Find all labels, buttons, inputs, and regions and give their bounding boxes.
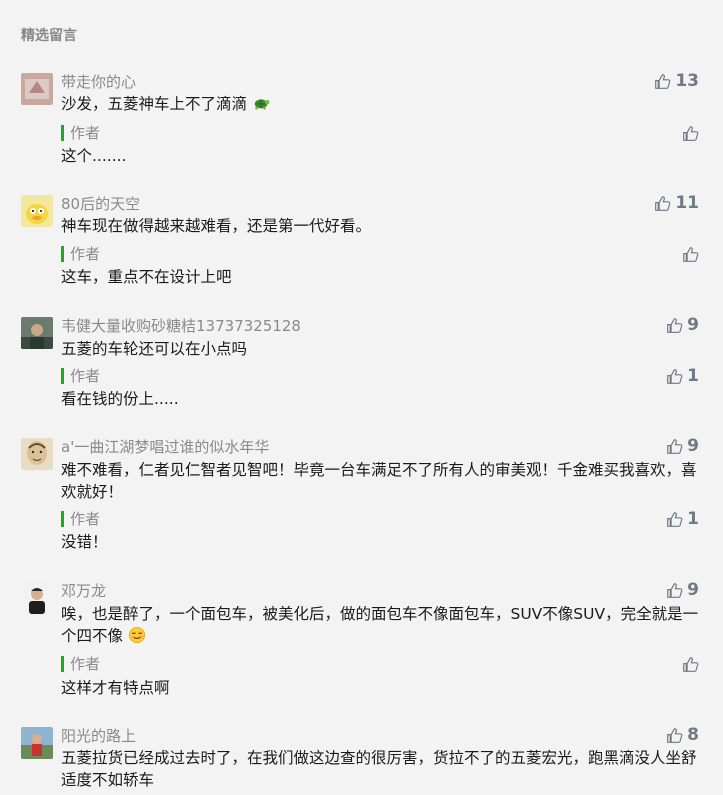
comment-nickname: a'一曲江湖梦唱过谁的似水年华 (61, 438, 270, 456)
thumb-up-icon (655, 73, 671, 89)
like-count: 9 (687, 436, 699, 456)
like-button[interactable]: 13 (654, 70, 699, 92)
avatar[interactable] (21, 727, 53, 759)
smirk-emoji-icon (128, 626, 145, 644)
like-button[interactable]: 8 (666, 724, 699, 746)
like-count: 9 (687, 580, 699, 600)
section-title: 精选留言 (21, 28, 77, 44)
reply-like-button[interactable] (682, 653, 699, 675)
thumb-up-icon (667, 438, 683, 454)
like-count: 9 (687, 315, 699, 335)
avatar[interactable] (21, 582, 53, 614)
comment-text: 唉，也是醉了，一个面包车，被美化后，做的面包车不像面包车，SUV不像SUV，完全… (61, 605, 699, 645)
author-reply-label: 作者 (61, 246, 100, 262)
author-reply-text: 看在钱的份上..... (61, 390, 179, 408)
like-button[interactable]: 11 (654, 192, 699, 214)
reply-like-count: 1 (687, 509, 699, 529)
like-count: 13 (675, 71, 699, 91)
comment-content: 沙发，五菱神车上不了滴滴 (61, 93, 701, 115)
author-reply-text: 这个....... (61, 147, 127, 165)
comment-text: 五菱的车轮还可以在小点吗 (61, 340, 248, 358)
avatar[interactable] (21, 195, 53, 227)
like-button[interactable]: 9 (666, 314, 699, 336)
reply-like-count: 1 (687, 366, 699, 386)
thumb-up-icon (683, 125, 699, 141)
turtle-emoji-icon (254, 99, 270, 110)
author-reply-text: 这车，重点不在设计上吧 (61, 268, 232, 286)
comment-text: 难不难看，仁者见仁智者见智吧！毕竟一台车满足不了所有人的审美观！千金难买我喜欢，… (61, 461, 697, 501)
reply-like-button[interactable]: 1 (666, 365, 699, 387)
comment-nickname: 阳光的路上 (61, 727, 137, 745)
reply-like-button[interactable] (682, 122, 699, 144)
thumb-up-icon (683, 246, 699, 262)
comment-content: 唉，也是醉了，一个面包车，被美化后，做的面包车不像面包车，SUV不像SUV，完全… (61, 603, 701, 647)
comment-text: 神车现在做得越来越难看，还是第一代好看。 (61, 217, 372, 235)
author-reply-label: 作者 (61, 511, 100, 527)
thumb-up-icon (683, 656, 699, 672)
comment-nickname: 邓万龙 (61, 582, 107, 600)
author-reply-text: 没错！ (61, 533, 108, 551)
avatar[interactable] (21, 317, 53, 349)
like-count: 8 (687, 725, 699, 745)
author-reply-label: 作者 (61, 368, 100, 384)
thumb-up-icon (667, 511, 683, 527)
thumb-up-icon (667, 582, 683, 598)
avatar[interactable] (21, 438, 53, 470)
comment-nickname: 带走你的心 (61, 73, 137, 91)
like-button[interactable]: 9 (666, 579, 699, 601)
comment-nickname: 80后的天空 (61, 195, 141, 213)
author-reply-label: 作者 (61, 656, 100, 672)
comment-nickname: 韦健大量收购砂糖桔13737325128 (61, 317, 301, 335)
like-count: 11 (675, 193, 699, 213)
thumb-up-icon (667, 317, 683, 333)
thumb-up-icon (667, 368, 683, 384)
like-button[interactable]: 9 (666, 435, 699, 457)
avatar[interactable] (21, 73, 53, 105)
reply-like-button[interactable]: 1 (666, 508, 699, 530)
author-reply-label: 作者 (61, 125, 100, 141)
thumb-up-icon (655, 195, 671, 211)
thumb-up-icon (667, 727, 683, 743)
comment-text: 沙发，五菱神车上不了滴滴 (61, 95, 248, 113)
comment-text: 五菱拉货已经成过去时了，在我们做这边查的很厉害，货拉不了的五菱宏光，跑黑滴没人坐… (61, 749, 697, 789)
reply-like-button[interactable] (682, 243, 699, 265)
author-reply-text: 这样才有特点啊 (61, 679, 170, 697)
